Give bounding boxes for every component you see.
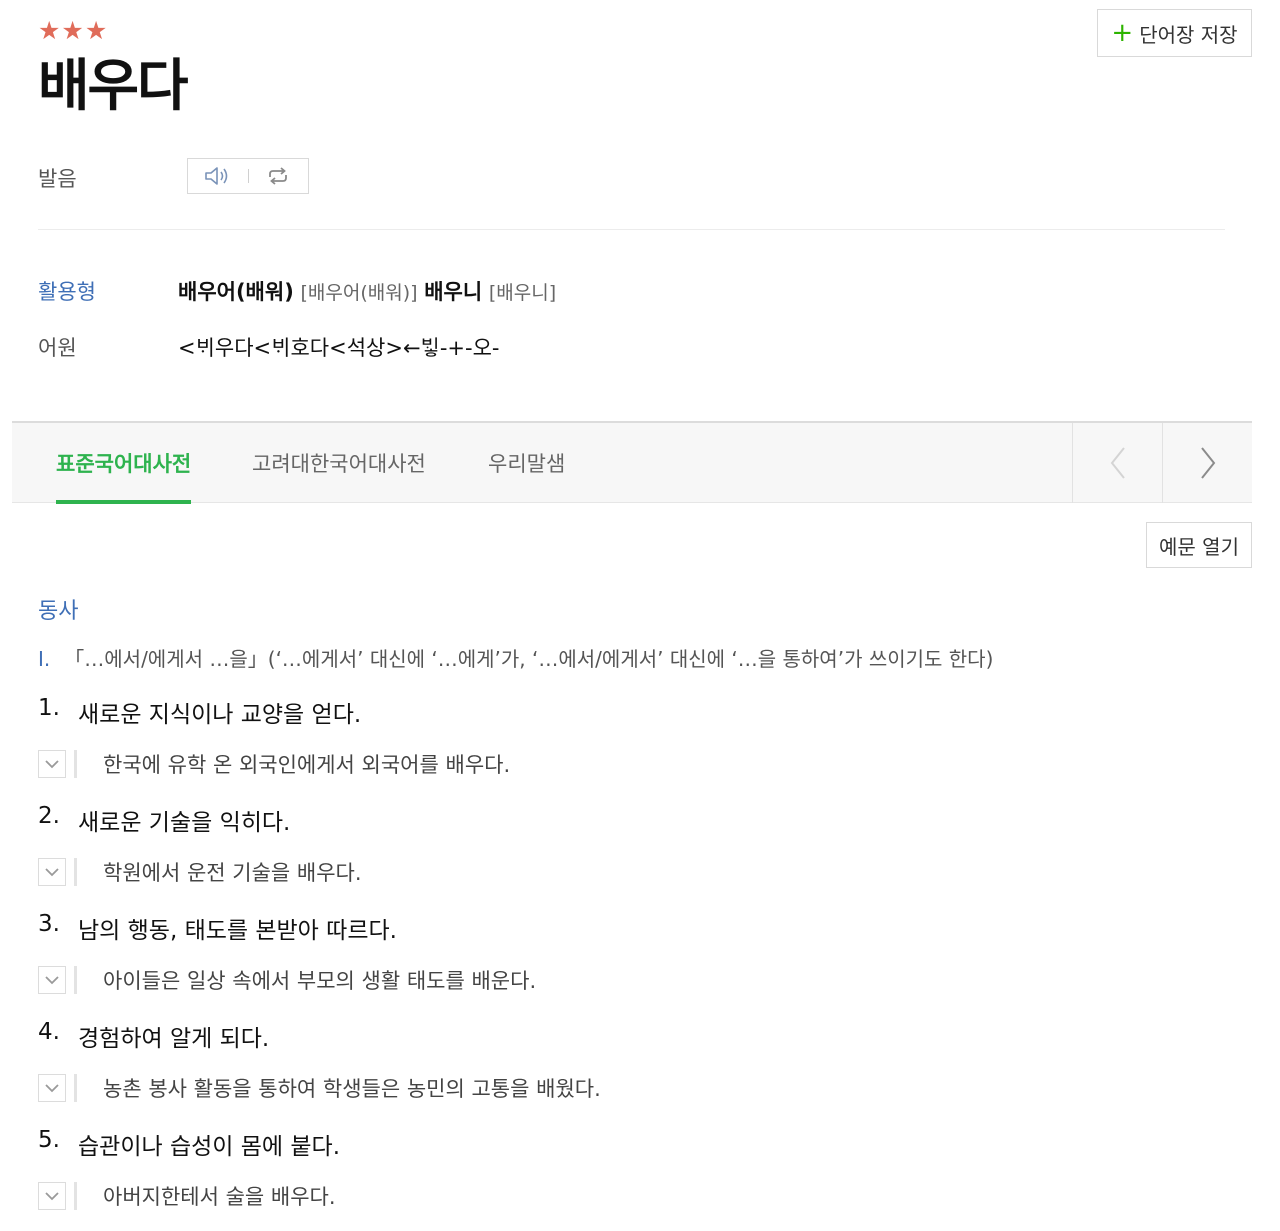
save-button-label: 단어장 저장 [1139, 22, 1238, 47]
example-sentence: 농촌 봉사 활동을 통하여 학생들은 농민의 고통을 배웠다. [103, 1077, 601, 1101]
sense-number: 4. [38, 1019, 60, 1045]
expand-example-button[interactable] [38, 858, 66, 886]
expand-example-button[interactable] [38, 750, 66, 778]
sense-definition: 습관이나 습성이 몸에 붙다. [78, 1134, 341, 1160]
repeat-icon [269, 167, 288, 185]
conjugation-form: 배우니 [424, 280, 483, 304]
chevron-down-icon [45, 760, 59, 769]
chevron-right-icon [1200, 447, 1215, 479]
example-bar [74, 858, 77, 886]
example-bar [74, 1182, 77, 1210]
chevron-down-icon [45, 868, 59, 877]
expand-example-button[interactable] [38, 966, 66, 994]
pronunciation-label: 발음 [38, 167, 77, 191]
sense-item: 5. 습관이나 습성이 몸에 붙다. 아버지한테서 술을 배우다. [38, 1127, 1238, 1211]
sense-item: 1. 새로운 지식이나 교양을 얻다. 한국에 유학 온 외국인에게서 외국어를 … [38, 695, 1238, 779]
expand-example-button[interactable] [38, 1074, 66, 1102]
example-bar [74, 1074, 77, 1102]
tab-standard-korean-dictionary[interactable]: 표준국어대사전 [56, 423, 192, 504]
example-sentence: 아버지한테서 술을 배우다. [103, 1185, 336, 1209]
expand-example-button[interactable] [38, 1182, 66, 1210]
tab-next-button[interactable] [1162, 423, 1252, 503]
pronunciation-controls [187, 158, 309, 194]
pattern-text: 「…에서/에게서 …을」(‘…에게서’ 대신에 ‘…에게’가, ‘…에서/에게서… [64, 647, 994, 671]
example-sentence: 아이들은 일상 속에서 부모의 생활 태도를 배운다. [103, 969, 537, 993]
importance-stars: ★★★ [38, 16, 109, 45]
example-sentence: 학원에서 운전 기술을 배우다. [103, 861, 362, 885]
tab-urimalsaem[interactable]: 우리말샘 [488, 423, 565, 503]
part-of-speech: 동사 [38, 599, 79, 624]
chevron-down-icon [45, 1084, 59, 1093]
sense-item: 2. 새로운 기술을 익히다. 학원에서 운전 기술을 배우다. [38, 803, 1238, 887]
dictionary-tabs: 표준국어대사전 고려대한국어대사전 우리말샘 [12, 421, 1252, 504]
chevron-down-icon [45, 976, 59, 985]
chevron-left-icon [1110, 447, 1125, 479]
tab-korea-university-dictionary[interactable]: 고려대한국어대사전 [252, 423, 426, 503]
section-divider [38, 229, 1225, 230]
sense-definition: 경험하여 알게 되다. [78, 1026, 270, 1052]
example-bar [74, 750, 77, 778]
open-examples-button[interactable]: 예문 열기 [1146, 522, 1252, 568]
sentence-pattern: I. 「…에서/에게서 …을」(‘…에게서’ 대신에 ‘…에게’가, ‘…에서/에… [38, 643, 993, 672]
conjugation-pronunciation: [배우어(배워)] [300, 282, 418, 304]
speaker-icon [204, 167, 228, 185]
sense-item: 3. 남의 행동, 태도를 본받아 따르다. 아이들은 일상 속에서 부모의 생활… [38, 911, 1238, 995]
sense-definition: 새로운 지식이나 교양을 얻다. [78, 702, 362, 728]
etymology-label: 어원 [38, 336, 77, 360]
sense-definition: 남의 행동, 태도를 본받아 따르다. [78, 918, 397, 944]
save-to-vocabulary-button[interactable]: + 단어장 저장 [1097, 9, 1252, 57]
plus-icon: + [1111, 18, 1134, 48]
sense-number: 3. [38, 911, 60, 937]
sense-item: 4. 경험하여 알게 되다. 농촌 봉사 활동을 통하여 학생들은 농민의 고통을… [38, 1019, 1238, 1103]
example-sentence: 한국에 유학 온 외국인에게서 외국어를 배우다. [103, 753, 511, 777]
sense-number: 2. [38, 803, 60, 829]
tab-prev-button[interactable] [1072, 423, 1162, 503]
repeat-pronunciation-button[interactable] [249, 159, 309, 193]
sense-definition: 새로운 기술을 익히다. [78, 810, 291, 836]
pattern-numeral: I. [38, 647, 51, 671]
conjugation-forms: 배우어(배워) [배우어(배워)] 배우니 [배우니] [178, 276, 556, 306]
conjugation-form: 배우어(배워) [178, 280, 294, 304]
play-pronunciation-button[interactable] [188, 159, 248, 193]
conjugation-label: 활용형 [38, 280, 96, 304]
etymology-value: <ᄇᆡ우다<ᄇᆡ호다<석상>←ᄇᆡᇂ-+-오- [178, 336, 500, 360]
conjugation-pronunciation: [배우니] [488, 282, 557, 304]
chevron-down-icon [45, 1192, 59, 1201]
example-bar [74, 966, 77, 994]
headword: 배우다 [38, 54, 189, 119]
sense-number: 5. [38, 1127, 60, 1153]
sense-number: 1. [38, 695, 60, 721]
